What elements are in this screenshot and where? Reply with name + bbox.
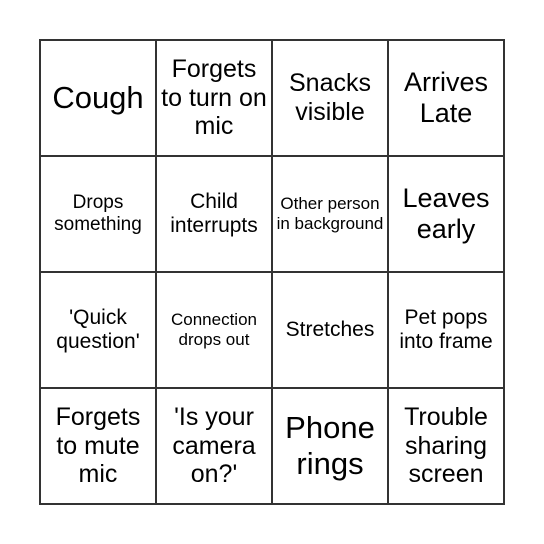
bingo-cell[interactable]: Connection drops out: [156, 272, 272, 388]
bingo-cell[interactable]: 'Quick question': [40, 272, 156, 388]
bingo-cell[interactable]: Trouble sharing screen: [388, 388, 504, 504]
bingo-cell[interactable]: Leaves early: [388, 156, 504, 272]
bingo-cell[interactable]: Forgets to mute mic: [40, 388, 156, 504]
bingo-cell[interactable]: Drops something: [40, 156, 156, 272]
bingo-cell[interactable]: Cough: [40, 40, 156, 156]
bingo-board: Cough Forgets to turn on mic Snacks visi…: [39, 39, 505, 505]
bingo-cell[interactable]: Pet pops into frame: [388, 272, 504, 388]
bingo-cell[interactable]: 'Is your camera on?': [156, 388, 272, 504]
bingo-cell[interactable]: Phone rings: [272, 388, 388, 504]
bingo-cell[interactable]: Child interrupts: [156, 156, 272, 272]
bingo-cell[interactable]: Snacks visible: [272, 40, 388, 156]
bingo-cell[interactable]: Stretches: [272, 272, 388, 388]
bingo-cell[interactable]: Other person in background: [272, 156, 388, 272]
bingo-cell[interactable]: Arrives Late: [388, 40, 504, 156]
bingo-cell[interactable]: Forgets to turn on mic: [156, 40, 272, 156]
